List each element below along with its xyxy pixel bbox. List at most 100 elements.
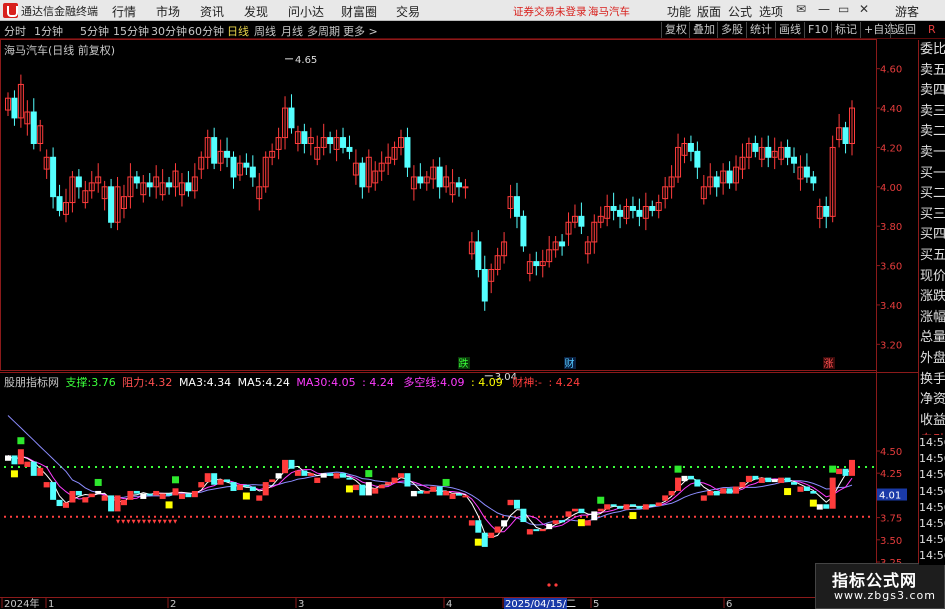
menu-wenxiaoda[interactable]: 问小达 bbox=[288, 3, 324, 20]
menu-jiaoyi[interactable]: 交易 bbox=[396, 3, 420, 20]
menu-hangqing[interactable]: 行情 bbox=[112, 3, 136, 20]
ind-yellow-marker bbox=[784, 488, 792, 496]
sidebar-netasset[interactable]: 净资 bbox=[919, 390, 945, 411]
ind-candle bbox=[610, 504, 617, 507]
ind-candle bbox=[526, 529, 533, 535]
btn-back[interactable]: 返回 bbox=[890, 22, 919, 38]
btn-biaoji[interactable]: 标记 bbox=[831, 22, 860, 38]
period-60min[interactable]: 60分钟 bbox=[188, 23, 224, 39]
ind-candle bbox=[359, 484, 366, 496]
ind-candle bbox=[191, 490, 198, 498]
period-fenshi[interactable]: 分时 bbox=[4, 23, 26, 39]
sidebar-weibi[interactable]: 委比 bbox=[919, 40, 945, 61]
event-marker-label: 跌 bbox=[459, 357, 469, 370]
tool-xuanxiang[interactable]: 选项 bbox=[759, 3, 783, 20]
time-row: 14:56 bbox=[919, 533, 945, 547]
tool-banmian[interactable]: 版面 bbox=[697, 3, 721, 20]
sidebar-buy1[interactable]: 买一 bbox=[919, 164, 945, 185]
sidebar-buy2[interactable]: 买二 bbox=[919, 184, 945, 205]
high-price-label: 4.65 bbox=[295, 55, 317, 66]
sidebar-sell2[interactable]: 卖二 bbox=[919, 122, 945, 143]
menu-shichang[interactable]: 市场 bbox=[156, 3, 180, 20]
chart-area[interactable]: 4.604.404.204.003.803.603.403.204.653.04… bbox=[0, 39, 918, 609]
menu-caifuquan[interactable]: 财富圈 bbox=[341, 3, 377, 20]
support-red-arrow bbox=[157, 519, 162, 524]
ind-candle bbox=[662, 495, 669, 501]
ind-candle bbox=[410, 490, 417, 497]
ind-candle bbox=[398, 473, 405, 478]
sidebar-earnings[interactable]: 收益 bbox=[919, 411, 945, 432]
sidebar-buy5[interactable]: 买五 bbox=[919, 246, 945, 267]
ind-candle bbox=[507, 499, 514, 506]
time-column: 14:56 14:56 14:56 14:56 14:56 14:56 14:5… bbox=[919, 435, 945, 565]
tool-gongshi[interactable]: 公式 bbox=[728, 3, 752, 20]
ind-candle bbox=[211, 473, 218, 485]
ind-yellow-marker bbox=[242, 492, 250, 500]
candle-body bbox=[713, 176, 720, 188]
ind-candle bbox=[133, 490, 140, 494]
btn-fuquan[interactable]: 复权 bbox=[661, 22, 690, 38]
chart-title: 海马汽车(日线 前复权) bbox=[4, 44, 116, 57]
tool-gongneng[interactable]: 功能 bbox=[667, 3, 691, 20]
btn-f10[interactable]: F10 bbox=[804, 22, 831, 38]
ind-candle bbox=[153, 490, 160, 496]
period-1min[interactable]: 1分钟 bbox=[34, 23, 63, 39]
event-dot bbox=[554, 583, 558, 587]
ind-yellow-marker bbox=[474, 538, 482, 546]
ind-candle bbox=[320, 473, 327, 478]
btn-tongji[interactable]: 统计 bbox=[746, 22, 775, 38]
r-marker: R bbox=[928, 23, 936, 36]
resist-value: 4.32 bbox=[147, 376, 173, 389]
period-weekly[interactable]: 周线 bbox=[254, 23, 276, 39]
sidebar-sell4[interactable]: 卖四 bbox=[919, 81, 945, 102]
time-row: 14:56 bbox=[919, 484, 945, 498]
sidebar-turnover[interactable]: 换手 bbox=[919, 370, 945, 391]
restore-icon[interactable]: ▭ bbox=[838, 2, 849, 16]
ind-candle bbox=[217, 479, 224, 485]
main-ytick-label: 3.20 bbox=[880, 340, 902, 351]
sidebar-volume[interactable]: 总量 bbox=[919, 328, 945, 349]
timeline-label: 2025/04/15/二 bbox=[505, 599, 576, 609]
sidebar-sell1[interactable]: 卖一 bbox=[919, 143, 945, 164]
period-15min[interactable]: 15分钟 bbox=[113, 23, 149, 39]
sidebar-sell5[interactable]: 卖五 bbox=[919, 61, 945, 82]
login-warning[interactable]: 证券交易未登录 bbox=[513, 4, 587, 19]
mail-icon[interactable]: ✉ bbox=[796, 2, 806, 16]
sidebar-change-pct[interactable]: 涨幅 bbox=[919, 308, 945, 329]
candle-body bbox=[133, 176, 140, 184]
menu-faxian[interactable]: 发现 bbox=[244, 3, 268, 20]
period-daily[interactable]: 日线 bbox=[227, 23, 249, 39]
sidebar-outer[interactable]: 外盘 bbox=[919, 349, 945, 370]
btn-huaxian[interactable]: 画线 bbox=[775, 22, 804, 38]
ind-candle bbox=[475, 520, 482, 533]
sidebar-buy3[interactable]: 买三 bbox=[919, 205, 945, 226]
ind-candle bbox=[178, 493, 185, 499]
candle-body bbox=[185, 182, 192, 192]
sidebar-price[interactable]: 现价 bbox=[919, 267, 945, 288]
candle-body bbox=[481, 269, 488, 302]
period-30min[interactable]: 30分钟 bbox=[151, 23, 187, 39]
period-more[interactable]: 更多 > bbox=[343, 23, 378, 39]
ind-candle bbox=[681, 475, 688, 482]
period-multi[interactable]: 多周期 bbox=[307, 23, 340, 39]
btn-diejia[interactable]: 叠加 bbox=[689, 22, 718, 38]
current-value-label: 4.01 bbox=[879, 491, 901, 502]
ind-candle bbox=[533, 529, 540, 532]
sidebar-change[interactable]: 涨跌 bbox=[919, 287, 945, 308]
menu-zixun[interactable]: 资讯 bbox=[200, 3, 224, 20]
period-monthly[interactable]: 月线 bbox=[281, 23, 303, 39]
ind-candle bbox=[95, 490, 102, 494]
candle-body bbox=[752, 143, 759, 152]
ind-candle bbox=[591, 511, 598, 521]
user-guest[interactable]: 游客 bbox=[895, 3, 919, 20]
ind-candle bbox=[82, 497, 89, 503]
close-icon[interactable]: ✕ bbox=[859, 2, 869, 16]
ind-yellow-marker bbox=[10, 470, 18, 478]
sidebar-buy4[interactable]: 买四 bbox=[919, 225, 945, 246]
minimize-icon[interactable]: — bbox=[818, 2, 830, 16]
btn-duogu[interactable]: 多股 bbox=[717, 22, 746, 38]
sidebar-sell3[interactable]: 卖三 bbox=[919, 102, 945, 123]
candle-body bbox=[617, 209, 624, 217]
period-5min[interactable]: 5分钟 bbox=[80, 23, 109, 39]
title-bar: 通达信金融终端 行情 市场 资讯 发现 问小达 财富圈 交易 证券交易未登录 海… bbox=[0, 0, 945, 21]
